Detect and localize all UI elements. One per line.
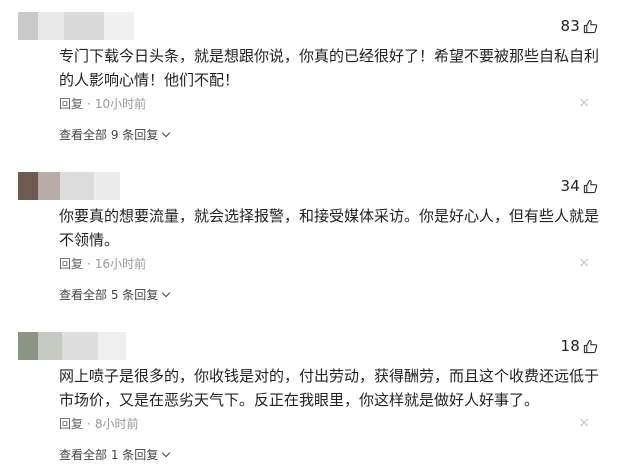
view-all-replies-label: 查看全部 9 条回复	[59, 128, 159, 142]
blurred-user-info	[18, 12, 134, 40]
reply-button[interactable]: 回复	[59, 415, 83, 432]
view-all-replies-label: 查看全部 1 条回复	[59, 448, 159, 462]
blurred-user-info	[18, 172, 120, 200]
close-icon[interactable]: ×	[578, 255, 590, 271]
thumbs-up-icon	[583, 179, 598, 193]
close-icon[interactable]: ×	[578, 415, 590, 431]
comment-text: 网上喷子是很多的，你收钱是对的，付出劳动，获得酬劳，而且这个收费还远低于市场价，…	[59, 367, 600, 409]
comment-meta: 回复 · 16小时前	[59, 255, 146, 272]
like-count: 18	[560, 337, 580, 355]
comment-meta: 回复 · 8小时前	[59, 415, 138, 432]
comment-text: 你要真的想要流量，就会选择报警，和接受媒体采访。你是好心人，但有些人就是不领情。	[59, 207, 600, 249]
thumbs-up-icon	[583, 339, 598, 353]
like-button[interactable]: 83	[561, 17, 599, 35]
meta-separator: ·	[87, 256, 91, 271]
comment-text: 专门下载今日头条，就是想跟你说，你真的已经很好了！希望不要被那些自私自利的人影响…	[59, 47, 600, 89]
reply-button[interactable]: 回复	[59, 95, 83, 112]
chevron-down-icon	[162, 128, 171, 138]
view-all-replies-button[interactable]: 查看全部 5 条回复	[59, 286, 171, 303]
comment-time: 10小时前	[94, 97, 147, 111]
comment-meta: 回复 · 10小时前	[59, 95, 146, 112]
thumbs-up-icon	[583, 19, 598, 33]
like-button[interactable]: 34	[561, 177, 599, 195]
meta-separator: ·	[87, 96, 91, 111]
like-count: 34	[560, 177, 580, 195]
chevron-down-icon	[162, 288, 171, 298]
view-all-replies-label: 查看全部 5 条回复	[59, 288, 159, 302]
meta-separator: ·	[87, 416, 91, 431]
like-button[interactable]: 18	[561, 337, 599, 355]
chevron-down-icon	[162, 448, 171, 458]
like-count: 83	[560, 17, 580, 35]
view-all-replies-button[interactable]: 查看全部 1 条回复	[59, 446, 171, 463]
comment-time: 8小时前	[94, 417, 139, 431]
comment-time: 16小时前	[94, 257, 147, 271]
view-all-replies-button[interactable]: 查看全部 9 条回复	[59, 126, 171, 143]
close-icon[interactable]: ×	[578, 95, 590, 111]
reply-button[interactable]: 回复	[59, 255, 83, 272]
blurred-user-info	[18, 332, 126, 360]
